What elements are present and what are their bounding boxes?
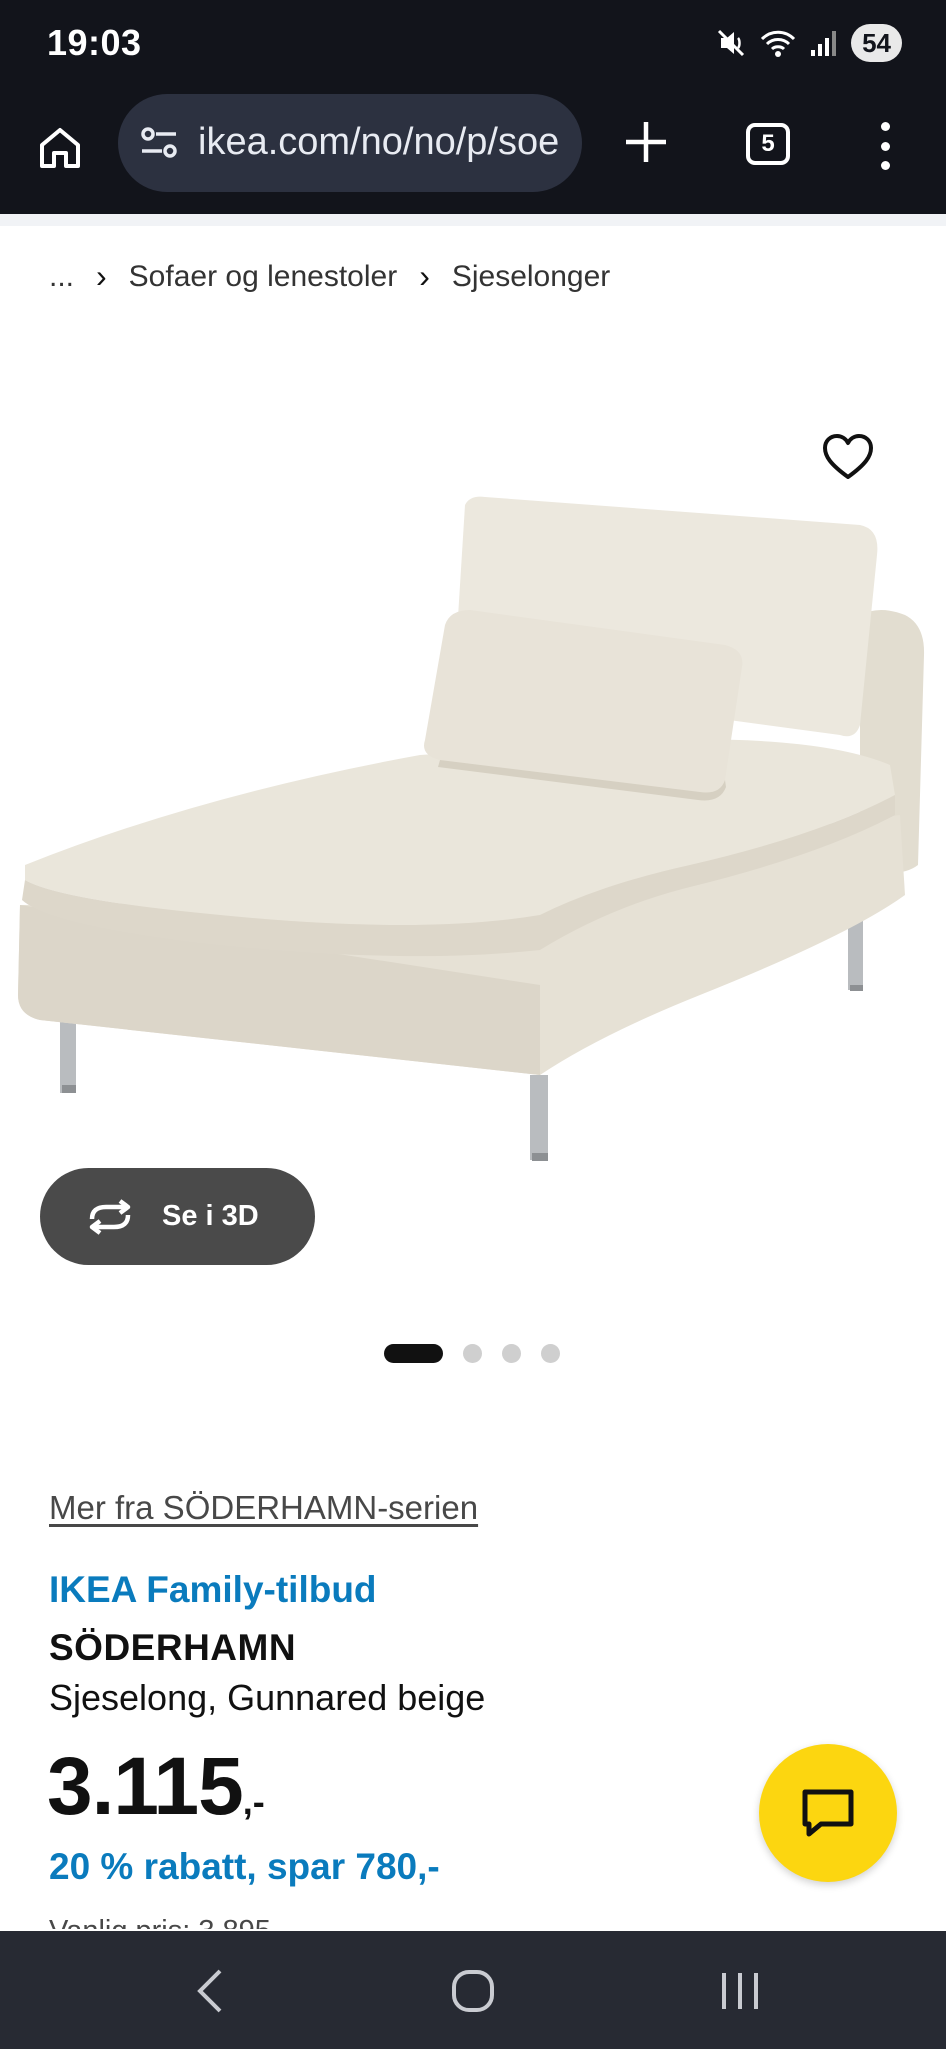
discount-text: 20 % rabatt, spar 780,- — [49, 1846, 440, 1887]
menu-dot — [880, 122, 890, 131]
breadcrumb-ellipsis[interactable]: ... — [49, 260, 74, 294]
regular-price: Vanlig pris: 3.895,- — [49, 1913, 289, 1929]
breadcrumb-chaise-longues[interactable]: Sjeselonger — [452, 260, 610, 294]
menu-dot — [880, 161, 890, 170]
page-top-strip — [0, 214, 946, 226]
chat-icon — [802, 1789, 854, 1837]
menu-dot — [880, 141, 890, 151]
system-navigation-bar — [0, 1931, 946, 2049]
carousel-dot[interactable] — [541, 1344, 560, 1363]
address-bar[interactable]: ikea.com/no/no/p/soe — [118, 94, 582, 192]
home-nav-icon[interactable] — [451, 1967, 495, 2015]
carousel-dot[interactable] — [463, 1344, 482, 1363]
price-amount: 3.115 — [47, 1741, 244, 1832]
chevron-right-icon: › — [419, 258, 430, 294]
wifi-icon — [761, 30, 796, 57]
status-bar: 19:03 54 — [0, 0, 946, 90]
sofa-leg — [60, 1013, 76, 1093]
recent-apps-icon[interactable] — [718, 1969, 762, 2013]
signal-icon — [811, 31, 837, 56]
breadcrumb-sofas[interactable]: Sofaer og lenestoler — [129, 260, 398, 294]
carousel-dot-active[interactable] — [384, 1344, 443, 1363]
home-icon — [40, 128, 80, 168]
status-time: 19:03 — [47, 22, 142, 63]
new-tab-button[interactable] — [618, 114, 674, 170]
mute-icon — [718, 29, 745, 57]
sofa-leg — [848, 920, 863, 990]
family-offer-label: IKEA Family-tilbud — [49, 1569, 377, 1610]
series-link[interactable]: Mer fra SÖDERHAMN-serien — [49, 1489, 478, 1527]
sofa-leg-foot — [532, 1153, 548, 1161]
browser-toolbar: ikea.com/no/no/p/soe 5 — [0, 90, 946, 214]
sofa-leg-foot — [62, 1085, 76, 1093]
sofa-leg — [530, 1075, 548, 1160]
favorite-button[interactable] — [820, 430, 876, 486]
chevron-right-icon: › — [96, 258, 107, 294]
battery-indicator: 54 — [851, 24, 902, 62]
status-icons: 54 — [715, 24, 902, 62]
carousel-dot[interactable] — [502, 1344, 521, 1363]
back-icon[interactable] — [190, 1967, 230, 2015]
rotate-3d-icon — [89, 1198, 131, 1235]
product-image[interactable] — [0, 395, 946, 1195]
chat-button[interactable] — [759, 1744, 897, 1882]
browser-home-button[interactable] — [30, 118, 90, 178]
price-suffix: ,- — [242, 1781, 265, 1822]
product-name: SÖDERHAMN — [49, 1627, 297, 1668]
browser-menu-button[interactable] — [870, 118, 900, 174]
image-carousel-indicator — [384, 1344, 560, 1363]
url-text[interactable]: ikea.com/no/no/p/soe — [198, 121, 570, 164]
sofa-leg-foot — [850, 985, 863, 991]
product-description: Sjeselong, Gunnared beige — [49, 1677, 486, 1718]
view-in-3d-label: Se i 3D — [162, 1200, 259, 1232]
heart-icon — [823, 434, 873, 479]
plus-icon — [626, 122, 666, 162]
product-price: 3.115 ,- — [47, 1740, 265, 1834]
tab-switcher-button[interactable]: 5 — [746, 123, 790, 165]
breadcrumb: ... › Sofaer og lenestoler › Sjeselonger — [49, 258, 610, 295]
view-in-3d-button[interactable]: Se i 3D — [40, 1168, 315, 1265]
site-settings-icon[interactable] — [138, 122, 180, 164]
